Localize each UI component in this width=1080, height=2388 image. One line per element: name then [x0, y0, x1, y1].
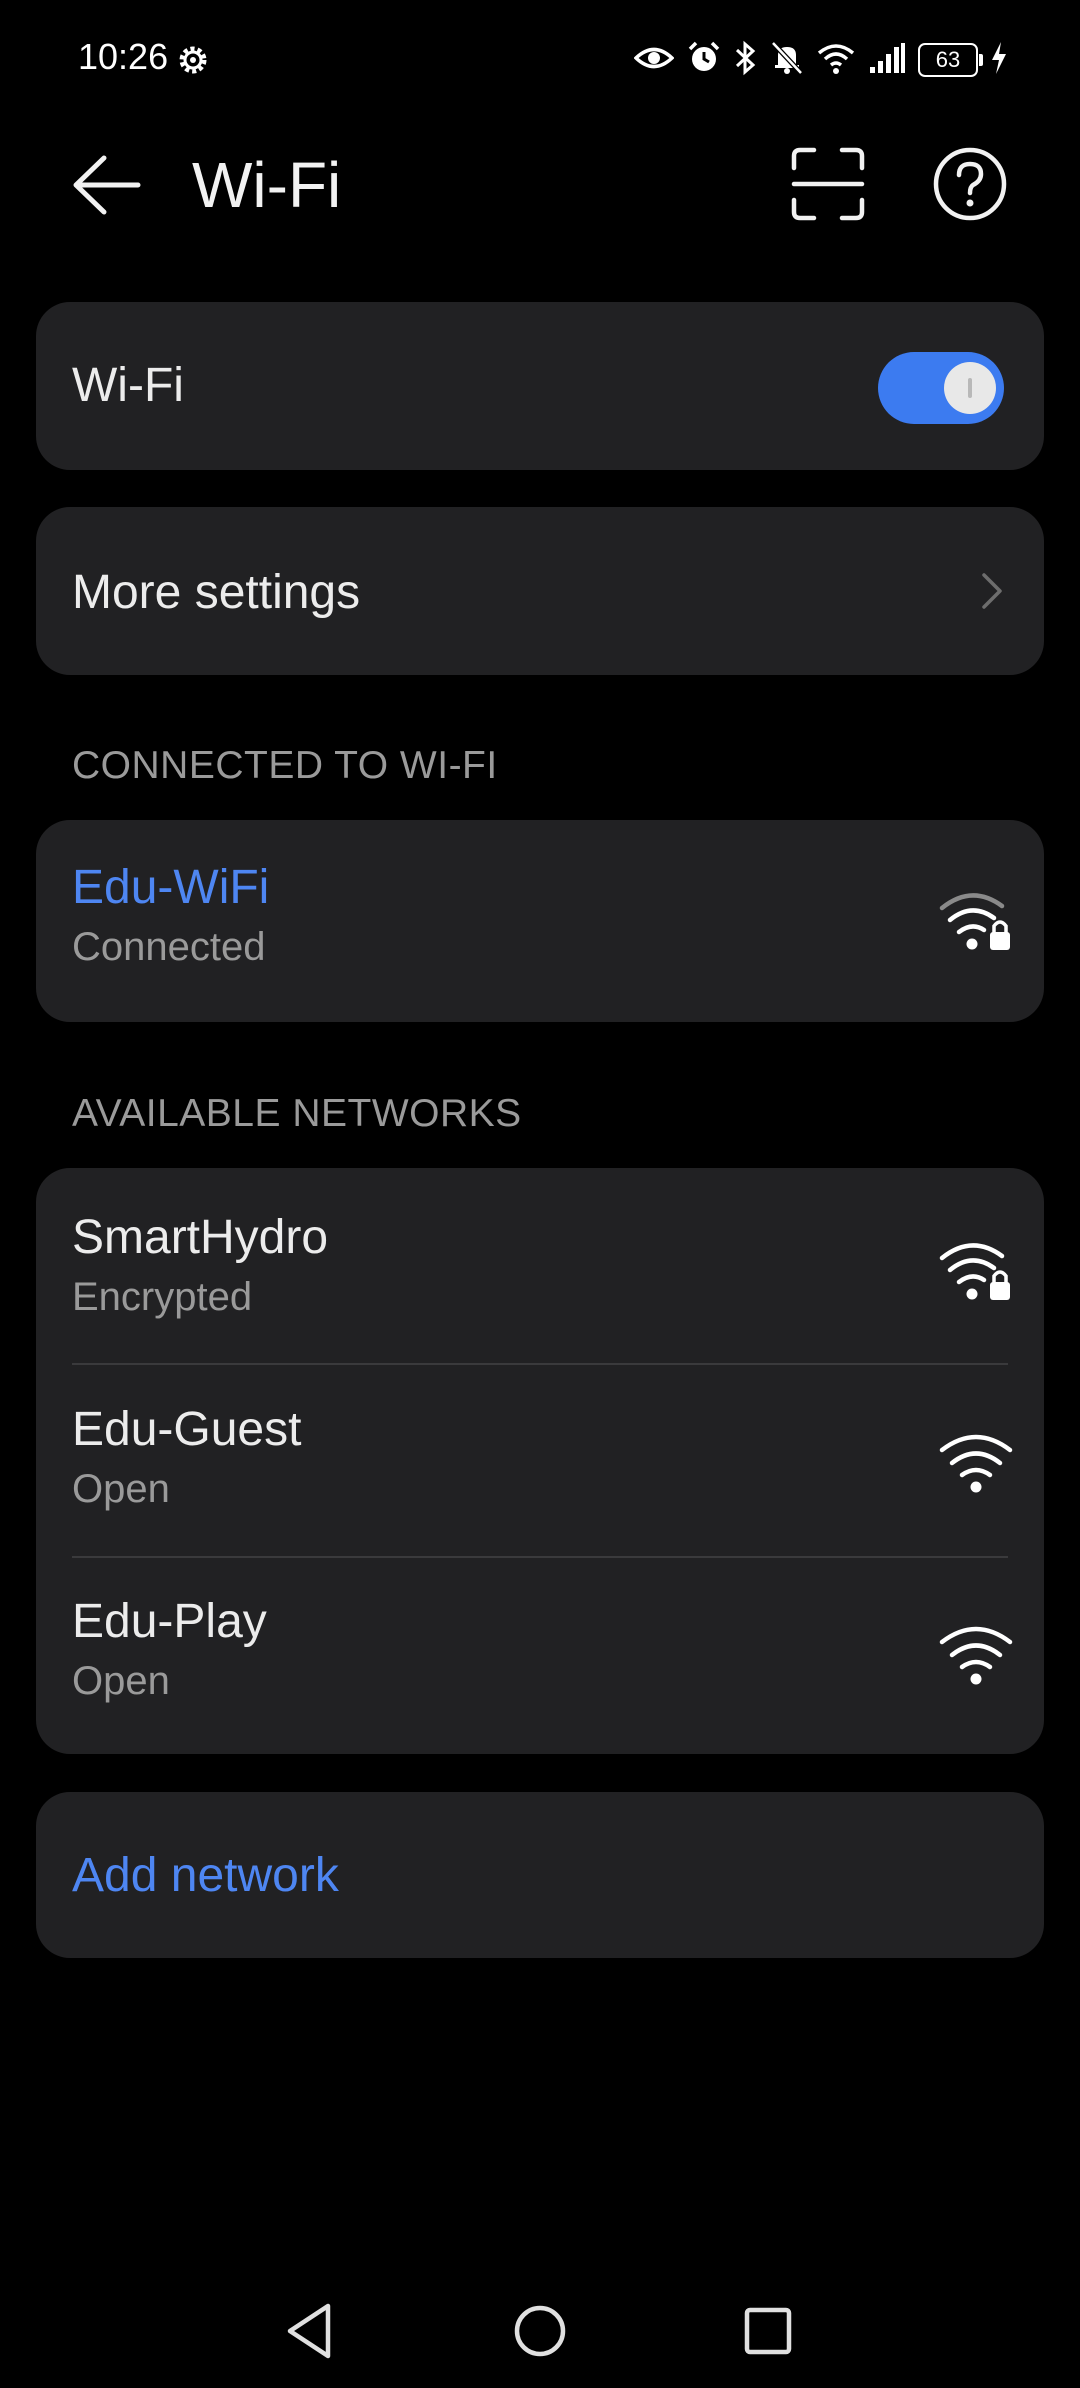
scan-button[interactable] [790, 146, 866, 222]
status-icons: 63 [633, 38, 1008, 82]
status-bar: 10:26 63 [0, 0, 1080, 120]
wifi-settings-screen: 10:26 63 Wi-Fi Wi-Fi More settings CONNE… [0, 0, 1080, 2388]
status-time: 10:26 [78, 36, 169, 77]
add-network-button[interactable]: Add network [72, 1848, 339, 1903]
connected-network-card: Edu-WiFi Connected [36, 820, 1044, 1022]
back-triangle-icon [287, 2303, 331, 2359]
more-settings-label: More settings [72, 566, 361, 619]
back-arrow-icon [73, 155, 141, 215]
alarm-icon [686, 40, 722, 81]
mute-icon [770, 40, 804, 81]
available-networks-card: SmartHydro Encrypted Edu-Guest Open Edu-… [36, 1168, 1044, 1754]
recents-square-icon [744, 2307, 792, 2355]
nav-home-button[interactable] [505, 2296, 575, 2366]
chevron-right-icon [982, 573, 1002, 609]
connected-network-row[interactable]: Edu-WiFi Connected [36, 820, 1044, 1022]
network-status: Open [72, 1659, 170, 1703]
back-button[interactable] [70, 150, 150, 220]
connected-section-header: CONNECTED TO WI-FI [72, 744, 498, 787]
charging-icon [990, 41, 1008, 80]
add-network-row[interactable]: Add network [36, 1792, 1044, 1958]
nav-back-button[interactable] [276, 2296, 346, 2366]
wifi-toggle-switch[interactable] [878, 352, 1004, 424]
bluetooth-icon [734, 40, 758, 81]
wifi-toggle-label: Wi-Fi [72, 359, 184, 412]
network-row[interactable]: Edu-Play Open [36, 1558, 1044, 1750]
wifi-lock-icon [938, 1238, 1014, 1306]
page-title: Wi-Fi [192, 149, 342, 221]
scan-icon [791, 147, 865, 221]
wifi-icon [816, 41, 856, 80]
wifi-toggle-row[interactable]: Wi-Fi [36, 302, 1044, 470]
network-name: Edu-Guest [72, 1403, 302, 1456]
network-row[interactable]: Edu-Guest Open [36, 1364, 1044, 1556]
settings-gear-icon [175, 42, 211, 83]
available-section-header: AVAILABLE NETWORKS [72, 1092, 522, 1135]
toggle-knob [944, 362, 996, 414]
eye-icon [633, 43, 675, 78]
help-icon [933, 147, 1007, 221]
signal-icon [868, 41, 906, 80]
wifi-icon [938, 1430, 1014, 1498]
home-circle-icon [514, 2305, 566, 2357]
network-status: Open [72, 1467, 170, 1511]
network-status: Encrypted [72, 1275, 253, 1319]
more-settings-row[interactable]: More settings [36, 507, 1044, 675]
help-button[interactable] [930, 144, 1010, 224]
nav-recents-button[interactable] [733, 2296, 803, 2366]
wifi-lock-icon [938, 888, 1014, 956]
network-name: SmartHydro [72, 1211, 329, 1264]
app-header: Wi-Fi [0, 120, 1080, 250]
navigation-bar [0, 2270, 1080, 2388]
network-name: Edu-Play [72, 1595, 267, 1648]
wifi-icon [938, 1622, 1014, 1690]
connected-network-status: Connected [72, 925, 266, 969]
battery-icon: 63 [918, 43, 983, 77]
connected-network-name: Edu-WiFi [72, 861, 270, 914]
network-row[interactable]: SmartHydro Encrypted [36, 1168, 1044, 1360]
